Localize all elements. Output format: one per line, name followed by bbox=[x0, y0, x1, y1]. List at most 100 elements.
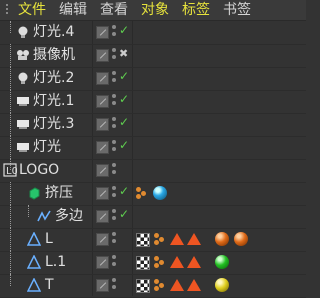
enabled-check-icon[interactable]: ✓ bbox=[119, 207, 129, 221]
menu-file[interactable]: 文件 bbox=[18, 0, 46, 20]
menu-edit[interactable]: 编辑 bbox=[59, 0, 87, 20]
object-row-light2[interactable]: 灯光.2 ✓ bbox=[0, 67, 306, 91]
layer-toggle[interactable] bbox=[96, 256, 109, 269]
object-name: 灯光.2 bbox=[33, 70, 75, 86]
layer-toggle[interactable] bbox=[96, 164, 109, 177]
visibility-dots[interactable] bbox=[112, 278, 117, 293]
material-tag-orange[interactable] bbox=[234, 232, 248, 246]
object-name: 挤压 bbox=[45, 185, 73, 201]
object-row-t[interactable]: T bbox=[0, 274, 306, 298]
object-row-l[interactable]: L bbox=[0, 228, 306, 252]
material-tag-cyan[interactable] bbox=[153, 186, 167, 200]
object-row-polygon-spline[interactable]: 多边 ✓ bbox=[0, 205, 306, 229]
layer-toggle[interactable] bbox=[96, 118, 109, 131]
layer-toggle[interactable] bbox=[96, 187, 109, 200]
selection-tag-icon[interactable] bbox=[187, 233, 201, 245]
selection-tag-icon[interactable] bbox=[170, 256, 184, 268]
light-bulb-icon bbox=[18, 26, 28, 38]
area-light-icon bbox=[17, 97, 29, 106]
layer-toggle[interactable] bbox=[96, 49, 109, 62]
visibility-dots[interactable] bbox=[112, 94, 117, 109]
polygon-object-icon bbox=[27, 255, 41, 269]
tree-line bbox=[10, 205, 11, 228]
object-name: 摄像机 bbox=[33, 47, 75, 63]
layer-toggle[interactable] bbox=[96, 210, 109, 223]
object-row-extrude[interactable]: 挤压 ✓ bbox=[0, 182, 306, 206]
menu-tags[interactable]: 标签 bbox=[182, 0, 210, 20]
visibility-dots[interactable] bbox=[112, 117, 117, 132]
tree-line bbox=[10, 90, 11, 113]
visibility-dots[interactable] bbox=[112, 71, 117, 86]
visibility-dots[interactable] bbox=[112, 140, 117, 155]
layer-toggle[interactable] bbox=[96, 72, 109, 85]
enabled-check-icon[interactable]: ✓ bbox=[119, 138, 129, 152]
selection-tag-icon[interactable] bbox=[170, 279, 184, 291]
enabled-check-icon[interactable]: ✓ bbox=[119, 115, 129, 129]
phong-tag-icon[interactable] bbox=[153, 255, 167, 269]
visibility-dots[interactable] bbox=[112, 232, 117, 247]
object-name: 灯光.3 bbox=[33, 116, 75, 132]
polygon-object-icon bbox=[27, 278, 41, 292]
polygon-object-icon bbox=[27, 232, 41, 246]
object-row-camera[interactable]: 摄像机 ✖ bbox=[0, 44, 306, 68]
selection-tag-icon[interactable] bbox=[187, 256, 201, 268]
selection-tag-icon[interactable] bbox=[187, 279, 201, 291]
object-name: L.1 bbox=[45, 254, 67, 270]
tree-line bbox=[10, 251, 11, 274]
enabled-check-icon[interactable]: ✓ bbox=[119, 92, 129, 106]
object-row-logo[interactable]: L0 LOGO bbox=[0, 159, 306, 183]
object-name: 灯光 bbox=[33, 139, 61, 155]
object-row-light3[interactable]: 灯光.3 ✓ bbox=[0, 113, 306, 137]
null-object-icon: L0 bbox=[3, 163, 17, 177]
enabled-check-icon[interactable]: ✓ bbox=[119, 184, 129, 198]
tree-line bbox=[28, 205, 29, 217]
object-row-l1[interactable]: L.1 bbox=[0, 251, 306, 275]
phong-tag-icon[interactable] bbox=[153, 278, 167, 292]
menu-view[interactable]: 查看 bbox=[100, 0, 128, 20]
area-light-icon bbox=[17, 143, 29, 152]
uvw-tag-icon[interactable] bbox=[136, 233, 150, 247]
layer-toggle[interactable] bbox=[96, 95, 109, 108]
material-tag-orange[interactable] bbox=[215, 232, 229, 246]
phong-tag-icon[interactable] bbox=[153, 232, 167, 246]
selection-tag-icon[interactable] bbox=[170, 233, 184, 245]
tree-line bbox=[10, 182, 11, 205]
visibility-dots[interactable] bbox=[112, 163, 117, 178]
phong-tag-icon[interactable] bbox=[135, 186, 149, 200]
tree-line bbox=[10, 21, 11, 33]
menu-bar: 文件 编辑 查看 对象 标签 书签 bbox=[0, 0, 306, 21]
tree-line bbox=[10, 136, 11, 159]
camera-icon bbox=[17, 50, 29, 60]
enabled-check-icon[interactable]: ✓ bbox=[119, 69, 129, 83]
object-name: 灯光.1 bbox=[33, 93, 75, 109]
enabled-check-icon[interactable]: ✓ bbox=[119, 23, 129, 37]
uvw-tag-icon[interactable] bbox=[136, 256, 150, 270]
visibility-dots[interactable] bbox=[112, 255, 117, 270]
tree-line bbox=[10, 113, 11, 136]
layer-toggle[interactable] bbox=[96, 141, 109, 154]
menu-grip bbox=[6, 4, 8, 16]
object-row-light4[interactable]: 灯光.4 ✓ bbox=[0, 21, 306, 45]
spline-icon bbox=[37, 210, 51, 222]
disabled-x-icon[interactable]: ✖ bbox=[119, 47, 128, 60]
visibility-dots[interactable] bbox=[112, 209, 117, 224]
visibility-dots[interactable] bbox=[112, 25, 117, 40]
layer-toggle[interactable] bbox=[96, 279, 109, 292]
material-tag-green[interactable] bbox=[215, 255, 229, 269]
menu-object[interactable]: 对象 bbox=[141, 0, 169, 20]
layer-toggle[interactable] bbox=[96, 233, 109, 246]
object-name: L bbox=[45, 231, 53, 247]
uvw-tag-icon[interactable] bbox=[136, 279, 150, 293]
material-tag-yellow[interactable] bbox=[215, 278, 229, 292]
object-row-light[interactable]: 灯光 ✓ bbox=[0, 136, 306, 160]
object-row-light1[interactable]: 灯光.1 ✓ bbox=[0, 90, 306, 114]
layer-toggle[interactable] bbox=[96, 26, 109, 39]
visibility-dots[interactable] bbox=[112, 48, 117, 63]
object-name: LOGO bbox=[19, 162, 60, 178]
visibility-dots[interactable] bbox=[112, 186, 117, 201]
tree-line bbox=[10, 67, 11, 90]
tree-line bbox=[10, 274, 11, 286]
menu-bookmarks[interactable]: 书签 bbox=[223, 0, 251, 20]
extrude-icon bbox=[29, 187, 40, 200]
tree-line bbox=[10, 228, 11, 251]
